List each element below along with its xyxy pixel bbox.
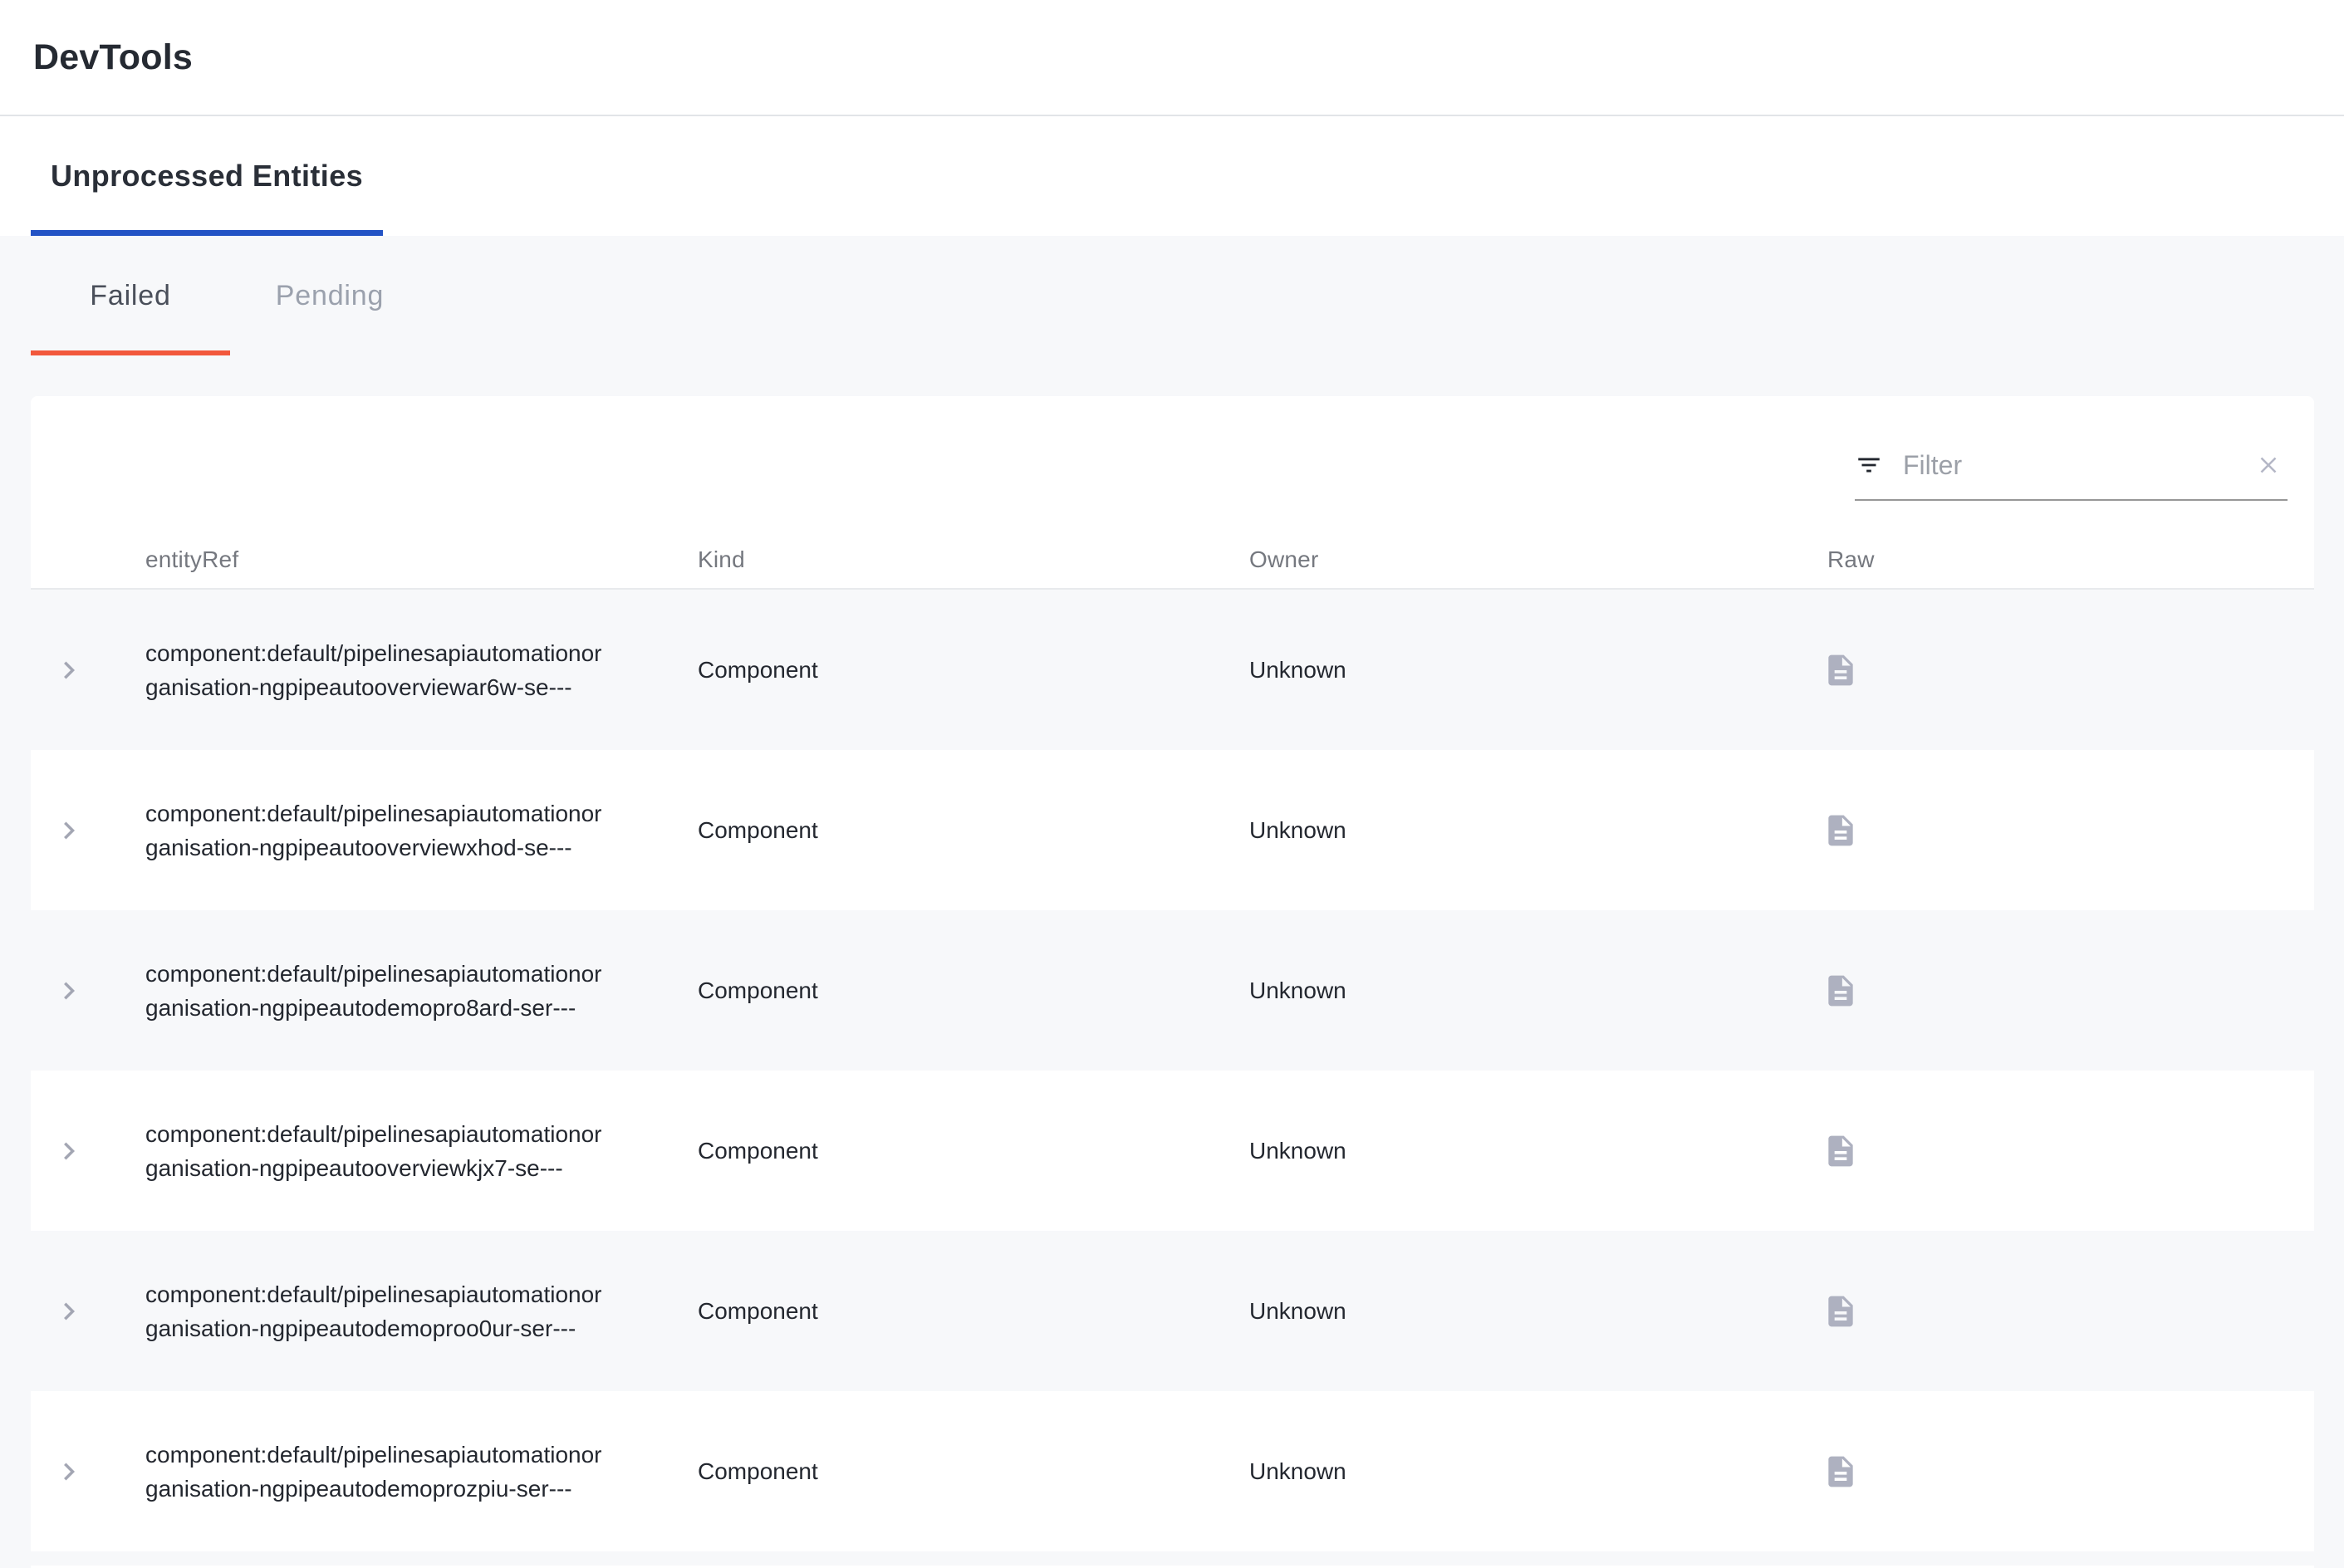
- col-header-kind: Kind: [698, 546, 1249, 573]
- expand-cell: [31, 1281, 145, 1341]
- expand-row-button[interactable]: [39, 1121, 99, 1181]
- expand-row-button[interactable]: [39, 1442, 99, 1502]
- active-tab-indicator: [31, 230, 383, 236]
- primary-tabbar: Unprocessed Entities: [0, 116, 2344, 236]
- owner-cell: Unknown: [1249, 1454, 1827, 1488]
- kind-cell: Component: [698, 1294, 1249, 1328]
- table-body: component:default/pipelinesapiautomation…: [31, 590, 2314, 1551]
- close-icon: [2254, 451, 2283, 479]
- entityref-cell: component:default/pipelinesapiautomation…: [145, 957, 685, 1025]
- table-row: component:default/pipelinesapiautomation…: [31, 1071, 2314, 1231]
- tab-label: Pending: [276, 280, 384, 312]
- view-raw-button[interactable]: [1821, 811, 1861, 850]
- tab-pending[interactable]: Pending: [230, 236, 429, 355]
- table-row: component:default/pipelinesapiautomation…: [31, 910, 2314, 1071]
- raw-cell: [1827, 971, 2314, 1011]
- document-icon: [1822, 973, 1859, 1009]
- document-icon: [1822, 812, 1859, 849]
- owner-cell: Unknown: [1249, 653, 1827, 687]
- document-icon: [1822, 1293, 1859, 1330]
- table-row: component:default/pipelinesapiautomation…: [31, 590, 2314, 750]
- expand-row-button[interactable]: [39, 961, 99, 1021]
- raw-cell: [1827, 1452, 2314, 1492]
- expand-row-button[interactable]: [39, 1281, 99, 1341]
- page-title: DevTools: [33, 37, 193, 78]
- owner-cell: Unknown: [1249, 813, 1827, 847]
- table-row: component:default/pipelinesapiautomation…: [31, 750, 2314, 910]
- status-tabbar: Failed Pending: [0, 236, 2344, 355]
- kind-cell: Component: [698, 1134, 1249, 1168]
- expand-cell: [31, 1121, 145, 1181]
- chevron-right-icon: [51, 973, 86, 1008]
- tab-failed[interactable]: Failed: [31, 236, 230, 355]
- view-raw-button[interactable]: [1821, 1131, 1861, 1171]
- chevron-right-icon: [51, 813, 86, 848]
- expand-cell: [31, 801, 145, 860]
- tab-unprocessed-entities[interactable]: Unprocessed Entities: [31, 116, 383, 236]
- document-icon: [1822, 652, 1859, 688]
- chevron-right-icon: [51, 1294, 86, 1329]
- document-icon: [1822, 1133, 1859, 1169]
- next-row-sliver: [31, 1551, 2314, 1566]
- entities-card: entityRef Kind Owner Raw component:defau…: [31, 396, 2314, 1568]
- document-icon: [1822, 1453, 1859, 1490]
- expand-cell: [31, 1442, 145, 1502]
- raw-cell: [1827, 811, 2314, 850]
- active-tab-indicator: [31, 350, 230, 355]
- chevron-right-icon: [51, 1454, 86, 1489]
- chevron-right-icon: [51, 1134, 86, 1169]
- filter-list-icon: [1855, 451, 1883, 479]
- expand-row-button[interactable]: [39, 640, 99, 700]
- raw-cell: [1827, 1131, 2314, 1171]
- col-header-entityref: entityRef: [145, 546, 698, 573]
- app-header: DevTools: [0, 0, 2344, 116]
- raw-cell: [1827, 1291, 2314, 1331]
- col-header-owner: Owner: [1249, 546, 1827, 573]
- entityref-cell: component:default/pipelinesapiautomation…: [145, 796, 685, 865]
- expand-row-button[interactable]: [39, 801, 99, 860]
- filter-input-wrap: [1855, 431, 2288, 501]
- spacer: [0, 355, 2344, 396]
- expand-cell: [31, 961, 145, 1021]
- kind-cell: Component: [698, 973, 1249, 1007]
- entityref-cell: component:default/pipelinesapiautomation…: [145, 1117, 685, 1185]
- kind-cell: Component: [698, 653, 1249, 687]
- table-header-row: entityRef Kind Owner Raw: [31, 531, 2314, 590]
- table-row: component:default/pipelinesapiautomation…: [31, 1231, 2314, 1391]
- entityref-cell: component:default/pipelinesapiautomation…: [145, 1438, 685, 1506]
- entityref-cell: component:default/pipelinesapiautomation…: [145, 1277, 685, 1345]
- kind-cell: Component: [698, 813, 1249, 847]
- owner-cell: Unknown: [1249, 973, 1827, 1007]
- clear-filter-button[interactable]: [2249, 446, 2288, 484]
- view-raw-button[interactable]: [1821, 971, 1861, 1011]
- owner-cell: Unknown: [1249, 1134, 1827, 1168]
- chevron-right-icon: [51, 653, 86, 688]
- owner-cell: Unknown: [1249, 1294, 1827, 1328]
- view-raw-button[interactable]: [1821, 650, 1861, 690]
- tab-label: Unprocessed Entities: [51, 159, 363, 194]
- col-header-raw: Raw: [1827, 546, 2314, 573]
- expand-cell: [31, 640, 145, 700]
- view-raw-button[interactable]: [1821, 1291, 1861, 1331]
- raw-cell: [1827, 650, 2314, 690]
- view-raw-button[interactable]: [1821, 1452, 1861, 1492]
- entityref-cell: component:default/pipelinesapiautomation…: [145, 636, 685, 704]
- filter-input[interactable]: [1903, 450, 2249, 481]
- kind-cell: Component: [698, 1454, 1249, 1488]
- table-row: component:default/pipelinesapiautomation…: [31, 1391, 2314, 1551]
- filter-bar: [31, 396, 2314, 531]
- tab-label: Failed: [90, 280, 170, 312]
